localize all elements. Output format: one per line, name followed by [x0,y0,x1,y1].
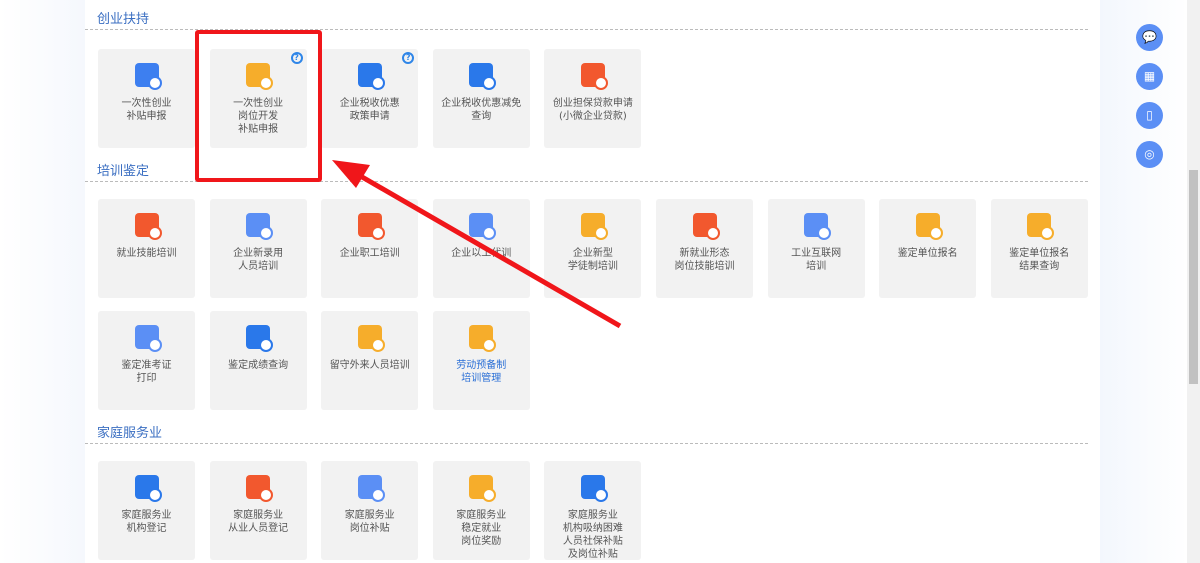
service-icon [804,213,832,240]
service-card[interactable]: 鉴定单位报名 结果查询 [990,199,1088,298]
service-label: 企业以工代训 [451,248,512,259]
service-card[interactable]: 新就业形态 岗位技能培训 [656,199,753,298]
service-icon [134,325,162,352]
service-label: 家庭服务业 机构吸纳困难 人员社保补贴 及岗位补贴 [562,510,623,560]
service-card[interactable]: 家庭服务业 机构登记 [98,461,195,560]
service-label: 创业担保贷款申请 (小微企业贷款) [552,98,633,122]
service-label: 一次性创业 补贴申报 [121,98,172,122]
service-icon [134,475,162,502]
service-icon [246,325,274,352]
service-card[interactable]: 家庭服务业 岗位补贴 [321,461,419,560]
service-card[interactable]: 留守外来人员培训 [321,311,419,410]
service-icon [246,475,274,502]
service-icon [134,213,162,240]
service-label: 鉴定单位报名 结果查询 [1009,248,1070,272]
service-label: 工业互联网 培训 [791,248,842,272]
service-card[interactable]: 企业新录用 人员培训 [209,199,307,298]
service-card[interactable]: 创业担保贷款申请 (小微企业贷款) [544,49,642,148]
service-label: 鉴定成绩查询 [228,360,289,371]
service-icon[interactable]: ◎ [1136,141,1163,168]
service-card[interactable]: 一次性创业 补贴申报 [98,49,195,148]
service-card[interactable]: 企业职工培训 [321,199,419,298]
service-icon [357,213,385,240]
left-margin [0,0,85,563]
service-card[interactable]: 就业技能培训 [98,199,195,298]
service-icon [580,475,608,502]
service-label: 家庭服务业 机构登记 [121,510,172,534]
service-icon [1027,213,1055,240]
scrollbar-thumb[interactable] [1189,170,1198,384]
service-card[interactable]: 工业互联网 培训 [767,199,865,298]
service-icon [246,213,274,240]
service-label: 留守外来人员培训 [329,360,410,371]
help-icon[interactable]: ? [402,52,415,64]
service-icon [469,475,497,502]
service-label: 企业税收优惠 政策申请 [339,98,400,122]
service-icon [357,325,385,352]
app-icon[interactable]: ▦ [1136,63,1163,90]
service-card[interactable]: 鉴定成绩查询 [209,311,307,410]
service-label: 企业新型 学徒制培训 [567,248,618,272]
service-icon [692,213,720,240]
service-icon [469,325,497,352]
service-card[interactable]: 鉴定准考证 打印 [98,311,195,410]
service-label: 企业新录用 人员培训 [233,248,284,272]
service-icon [357,63,385,90]
service-card[interactable]: 企业新型 学徒制培训 [544,199,642,298]
service-icon [469,213,497,240]
service-label: 企业税收优惠减免 查询 [441,98,522,122]
service-card[interactable]: 企业税收优惠 政策申请? [321,49,419,148]
mobile-icon[interactable]: ▯ [1136,102,1163,129]
section-title: 家庭服务业 [85,422,1088,444]
service-icon [915,213,943,240]
service-card[interactable]: 家庭服务业 机构吸纳困难 人员社保补贴 及岗位补贴 [544,461,642,560]
service-card[interactable]: 劳动预备制 培训管理 [432,311,530,410]
service-label: 新就业形态 岗位技能培训 [674,248,735,272]
service-icon [134,63,162,90]
service-label: 鉴定单位报名 [897,248,958,259]
service-label: 家庭服务业 稳定就业 岗位奖励 [456,510,507,547]
service-icon [580,63,608,90]
service-label: 企业职工培训 [339,248,400,259]
service-card[interactable]: 鉴定单位报名 [879,199,977,298]
wechat-icon[interactable]: 💬 [1136,24,1163,51]
service-label: 鉴定准考证 打印 [121,360,172,384]
service-label: 家庭服务业 从业人员登记 [228,510,289,534]
service-icon [357,475,385,502]
service-card[interactable]: 企业税收优惠减免 查询 [432,49,530,148]
service-label: 劳动预备制 培训管理 [456,360,507,384]
service-label: 家庭服务业 岗位补贴 [344,510,395,534]
service-card[interactable]: 家庭服务业 稳定就业 岗位奖励 [432,461,530,560]
section-title: 创业扶持 [85,8,1088,30]
service-card[interactable]: 家庭服务业 从业人员登记 [209,461,307,560]
service-icon [580,213,608,240]
service-card[interactable]: 企业以工代训 [432,199,530,298]
service-icon [469,63,497,90]
service-label: 就业技能培训 [116,248,177,259]
highlight-box-annotation [195,30,322,182]
